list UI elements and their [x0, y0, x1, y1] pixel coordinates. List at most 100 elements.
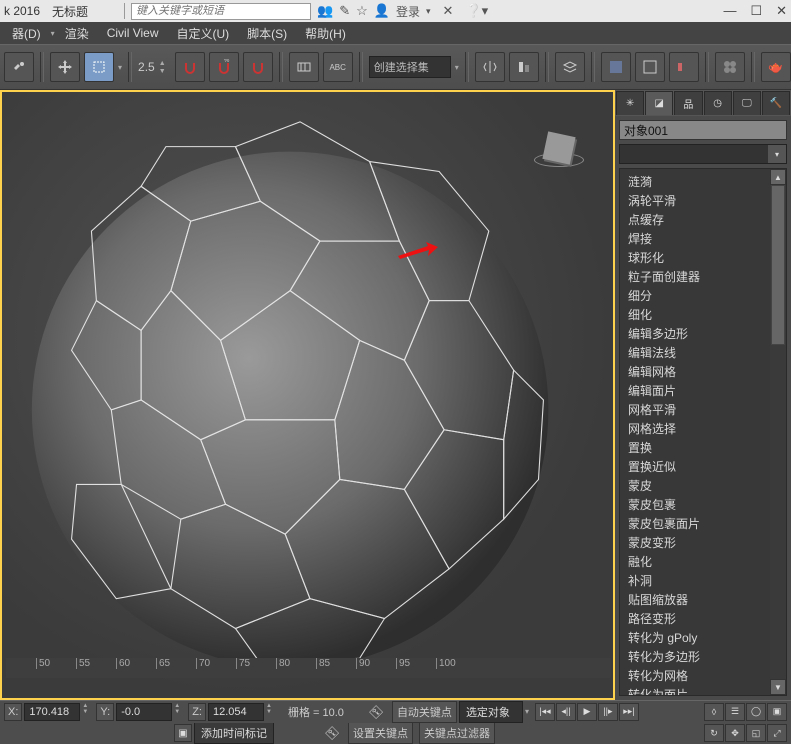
auto-key-button[interactable]: 自动关键点	[392, 701, 457, 723]
modifier-item[interactable]: 细分	[626, 286, 770, 305]
named-sets-button[interactable]	[289, 52, 319, 82]
y-value[interactable]: -0.0	[116, 703, 172, 721]
menu-item[interactable]: 器(D)	[4, 23, 49, 44]
scroll-thumb[interactable]	[771, 185, 785, 345]
snap-toggle-2[interactable]: %	[209, 52, 239, 82]
z-spinner[interactable]: ▲▼	[266, 703, 278, 721]
modifier-item[interactable]: 网格平滑	[626, 400, 770, 419]
layer-button[interactable]	[555, 52, 585, 82]
login-link[interactable]: 登录	[396, 3, 420, 20]
nav-button-6[interactable]: ✥	[725, 724, 745, 742]
modifier-item[interactable]: 蒙皮变形	[626, 533, 770, 552]
modifier-list[interactable]: 涟漪 涡轮平滑 点缓存 焊接 球形化 粒子面创建器 细分 细化 编辑多边形 编辑…	[620, 169, 770, 695]
modifier-item[interactable]: 蒙皮	[626, 476, 770, 495]
link-button[interactable]	[4, 52, 34, 82]
star-icon[interactable]: ☆	[356, 3, 368, 19]
modifier-item[interactable]: 融化	[626, 552, 770, 571]
modifier-item[interactable]: 贴图缩放器	[626, 590, 770, 609]
modifier-item[interactable]: 编辑多边形	[626, 324, 770, 343]
modifier-item[interactable]: 置换	[626, 438, 770, 457]
x-value[interactable]: 170.418	[24, 703, 80, 721]
tab-modify[interactable]: ◪	[645, 91, 673, 115]
chevron-down-icon[interactable]: ▾	[768, 145, 786, 163]
render-setup-button[interactable]: 🫖	[761, 52, 791, 82]
chevron-down-icon[interactable]: ▾	[455, 63, 459, 72]
modifier-item[interactable]: 涟漪	[626, 172, 770, 191]
tab-display[interactable]: 🖵	[733, 91, 761, 115]
modifier-item[interactable]: 点缓存	[626, 210, 770, 229]
tag-button[interactable]: ▣	[174, 724, 192, 742]
chevron-down-icon[interactable]: ▾	[525, 707, 529, 716]
add-time-tag-button[interactable]: 添加时间标记	[194, 723, 274, 744]
y-spinner[interactable]: ▲▼	[174, 703, 186, 721]
minimize-button[interactable]: —	[723, 3, 736, 19]
selected-object-combo[interactable]: 选定对象	[459, 701, 523, 723]
select-button[interactable]	[84, 52, 114, 82]
search-input[interactable]	[131, 3, 311, 20]
time-ruler[interactable]: 50 55 60 65 70 75 80 85 90 95 100	[6, 658, 611, 678]
set-key-button[interactable]: 设置关键点	[348, 723, 413, 744]
align-button[interactable]	[509, 52, 539, 82]
modifier-item[interactable]: 细化	[626, 305, 770, 324]
schematic-view-button[interactable]	[635, 52, 665, 82]
chevron-down-icon[interactable]: ▾	[426, 6, 431, 17]
menu-item[interactable]: 渲染	[57, 23, 97, 44]
maximize-button[interactable]: ☐	[750, 3, 762, 19]
menu-item[interactable]: Civil View	[99, 24, 167, 42]
mirror-button[interactable]	[475, 52, 505, 82]
menu-item[interactable]: 帮助(H)	[297, 23, 354, 44]
key-icon[interactable]: ⚿	[362, 701, 390, 723]
nav-button-8[interactable]: ⤢	[767, 724, 787, 742]
nav-button-1[interactable]: ◊	[704, 703, 724, 721]
tool-icon[interactable]: ✎	[339, 3, 350, 19]
modifier-item[interactable]: 补洞	[626, 571, 770, 590]
scroll-down-button[interactable]: ▼	[770, 679, 786, 695]
tab-motion[interactable]: ◷	[704, 91, 732, 115]
tab-utilities[interactable]: 🔨	[762, 91, 790, 115]
modifier-item[interactable]: 蒙皮包裹	[626, 495, 770, 514]
nav-button-2[interactable]: ☰	[725, 703, 745, 721]
key-filter-button[interactable]: 关键点过滤器	[419, 723, 495, 744]
user-icon[interactable]: 👤	[374, 3, 390, 19]
viewcube[interactable]	[529, 122, 589, 177]
curve-editor-button[interactable]	[601, 52, 631, 82]
modifier-item[interactable]: 转化为多边形	[626, 647, 770, 666]
binoculars-icon[interactable]: 👥	[317, 3, 333, 19]
viewport[interactable]	[0, 90, 615, 700]
close-button[interactable]: ✕	[776, 3, 787, 19]
modifier-item[interactable]: 转化为 gPoly	[626, 628, 770, 647]
material-editor-button[interactable]	[715, 52, 745, 82]
tab-create[interactable]: ✳	[616, 91, 644, 115]
modifier-item[interactable]: 球形化	[626, 248, 770, 267]
nav-button-5[interactable]: ↻	[704, 724, 724, 742]
goto-start-button[interactable]: |◂◂	[535, 703, 555, 721]
abc-button[interactable]: ABC	[323, 52, 353, 82]
modifier-item[interactable]: 置换近似	[626, 457, 770, 476]
nav-button-3[interactable]: ◯	[746, 703, 766, 721]
tab-hierarchy[interactable]: 品	[674, 91, 702, 115]
object-name-field[interactable]	[619, 120, 787, 140]
snap-toggle-1[interactable]	[175, 52, 205, 82]
modifier-item[interactable]: 编辑法线	[626, 343, 770, 362]
move-button[interactable]	[50, 52, 80, 82]
modifier-item[interactable]: 网格选择	[626, 419, 770, 438]
modifier-item[interactable]: 转化为网格	[626, 666, 770, 685]
goto-end-button[interactable]: ▸▸|	[619, 703, 639, 721]
chevron-down-icon[interactable]: ▾	[118, 63, 122, 72]
menu-item[interactable]: 脚本(S)	[239, 23, 295, 44]
spinner-arrows[interactable]: ▲▼	[159, 52, 171, 82]
modifier-item[interactable]: 粒子面创建器	[626, 267, 770, 286]
modifier-combo[interactable]: ▾	[619, 144, 787, 164]
angle-snap-value[interactable]: 2.5	[138, 60, 155, 74]
modifier-item[interactable]: 编辑面片	[626, 381, 770, 400]
nav-button-7[interactable]: ◱	[746, 724, 766, 742]
x-spinner[interactable]: ▲▼	[82, 703, 94, 721]
close-panel-icon[interactable]: ✕	[443, 3, 454, 19]
modifier-scrollbar[interactable]: ▲ ▼	[770, 169, 786, 695]
scroll-up-button[interactable]: ▲	[770, 169, 786, 185]
help-icon[interactable]: ❔▾	[465, 3, 488, 19]
next-frame-button[interactable]: ||▸	[598, 703, 618, 721]
snap-toggle-3[interactable]	[243, 52, 273, 82]
modifier-item[interactable]: 蒙皮包裹面片	[626, 514, 770, 533]
set-key-icon[interactable]: ⚿	[318, 723, 346, 744]
